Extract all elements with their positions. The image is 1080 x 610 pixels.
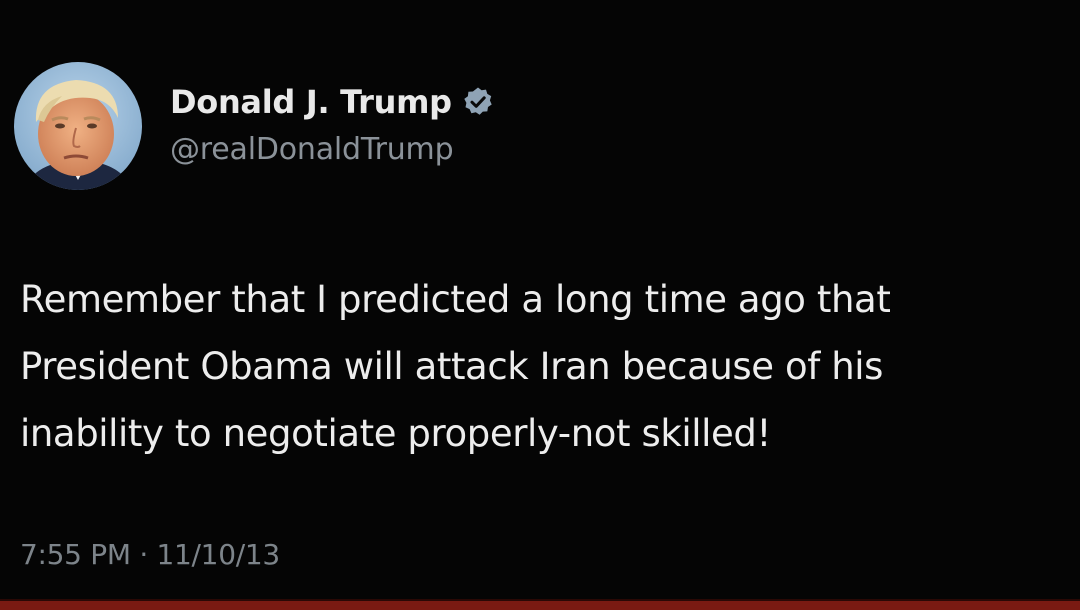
- verified-badge-icon: [462, 86, 494, 118]
- tweet-card: Donald J. Trump @realDonaldTrump Remembe…: [0, 0, 1080, 610]
- tweet-text: Remember that I predicted a long time ag…: [20, 266, 1070, 467]
- avatar-photo: [14, 62, 142, 190]
- avatar[interactable]: [14, 62, 142, 190]
- tweet-timestamp[interactable]: 7:55 PM · 11/10/13: [20, 535, 280, 575]
- name-row: Donald J. Trump: [170, 82, 494, 122]
- tweet-header: Donald J. Trump @realDonaldTrump: [14, 62, 494, 190]
- display-name[interactable]: Donald J. Trump: [170, 82, 452, 122]
- bottom-divider: [0, 599, 1080, 610]
- tweet-text-line: inability to negotiate properly-not skil…: [20, 412, 771, 455]
- author-handle[interactable]: @realDonaldTrump: [170, 130, 494, 170]
- author-names: Donald J. Trump @realDonaldTrump: [170, 82, 494, 170]
- tweet-text-line: Remember that I predicted a long time ag…: [20, 278, 891, 321]
- tweet-text-line: President Obama will attack Iran because…: [20, 345, 884, 388]
